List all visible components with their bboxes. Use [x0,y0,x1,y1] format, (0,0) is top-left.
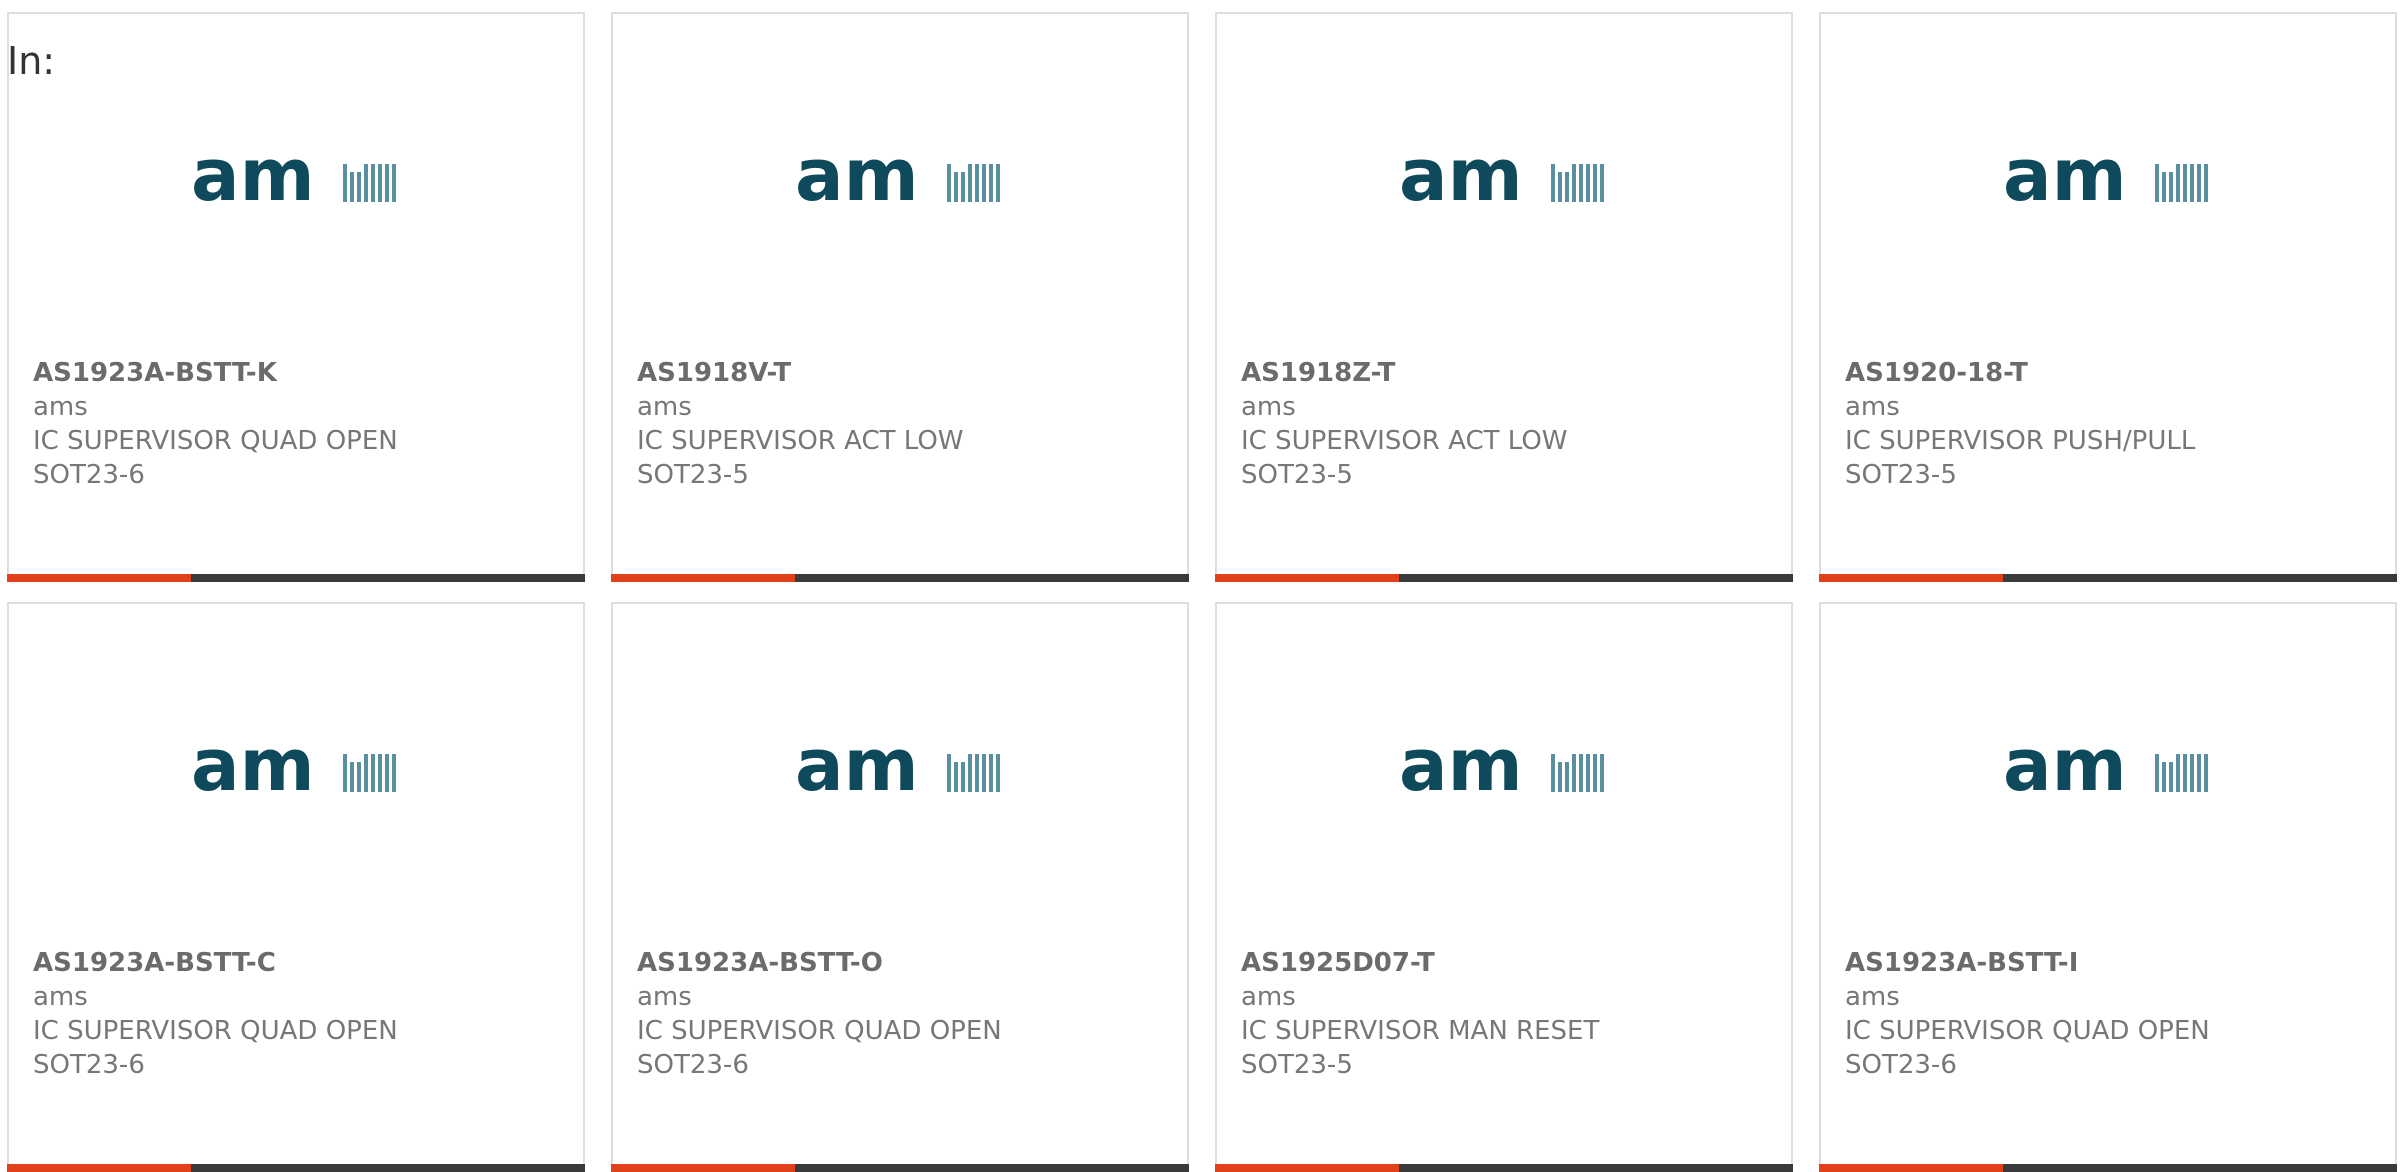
card-bar-accent [1215,1164,1399,1172]
product-card[interactable]: am AS1923A-BSTT-C ams IC SUPERVISOR QUAD… [7,602,585,1172]
ams-logo-icon: am [795,148,1000,210]
card-bar-accent [611,574,795,582]
part-number[interactable]: AS1925D07-T [1241,946,1599,980]
card-bar-accent [1819,574,2003,582]
ams-logo: am [613,729,1187,809]
ams-logo-icon: am [2003,738,2208,800]
package: SOT23-6 [637,1050,749,1080]
manufacturer: ams [33,392,88,422]
part-number[interactable]: AS1923A-BSTT-I [1845,946,2210,980]
part-number[interactable]: AS1920-18-T [1845,356,2195,390]
description: IC SUPERVISOR ACT LOW [637,426,964,456]
ams-logo: am [613,139,1187,219]
package: SOT23-6 [1845,1050,1957,1080]
product-card[interactable]: am AS1918Z-T ams IC SUPERVISOR ACT LOW S… [1215,12,1793,582]
manufacturer: ams [637,392,692,422]
svg-text:am: am [1399,738,1523,800]
ams-logo: am [1821,729,2395,809]
card-bar-accent [7,574,191,582]
description: IC SUPERVISOR PUSH/PULL [1845,426,2196,456]
svg-text:am: am [1399,148,1523,210]
manufacturer: ams [1241,392,1296,422]
part-number[interactable]: AS1918Z-T [1241,356,1568,390]
package: SOT23-6 [33,460,145,490]
part-number[interactable]: AS1923A-BSTT-K [33,356,398,390]
card-bar-accent [611,1164,795,1172]
part-number[interactable]: AS1918V-T [637,356,964,390]
svg-text:am: am [2003,148,2127,210]
card-bar-accent [1819,1164,2003,1172]
ams-logo-icon: am [191,148,396,210]
product-card[interactable]: am AS1920-18-T ams IC SUPERVISOR PUSH/PU… [1819,12,2397,582]
ams-logo-icon: am [191,738,396,800]
description: IC SUPERVISOR MAN RESET [1241,1016,1600,1046]
ams-logo-icon: am [795,738,1000,800]
package: SOT23-6 [33,1050,145,1080]
svg-text:am: am [191,738,315,800]
description: IC SUPERVISOR QUAD OPEN [33,1016,398,1046]
card-bar [611,1164,1189,1172]
card-bar [1215,574,1793,582]
package: SOT23-5 [1241,1050,1353,1080]
manufacturer: ams [33,982,88,1012]
description: IC SUPERVISOR QUAD OPEN [1845,1016,2210,1046]
product-card[interactable]: am AS1918V-T ams IC SUPERVISOR ACT LOW S… [611,12,1189,582]
ams-logo: am [1821,139,2395,219]
description: IC SUPERVISOR QUAD OPEN [33,426,398,456]
ams-logo-icon: am [1399,148,1604,210]
ams-logo: am [9,729,583,809]
card-bar [611,574,1189,582]
package: SOT23-5 [1845,460,1957,490]
manufacturer: ams [637,982,692,1012]
card-bar [1215,1164,1793,1172]
part-number[interactable]: AS1923A-BSTT-O [637,946,1002,980]
product-card[interactable]: am AS1923A-BSTT-K ams IC SUPERVISOR QUAD… [7,12,585,582]
ams-logo: am [1217,139,1791,219]
ams-logo-icon: am [1399,738,1604,800]
card-bar [7,1164,585,1172]
package: SOT23-5 [1241,460,1353,490]
product-card[interactable]: am AS1923A-BSTT-I ams IC SUPERVISOR QUAD… [1819,602,2397,1172]
manufacturer: ams [1845,392,1900,422]
description: IC SUPERVISOR ACT LOW [1241,426,1568,456]
svg-text:am: am [191,148,315,210]
description: IC SUPERVISOR QUAD OPEN [637,1016,1002,1046]
ams-logo: am [1217,729,1791,809]
filter-in-label: In: [7,39,56,83]
svg-text:am: am [2003,738,2127,800]
part-number[interactable]: AS1923A-BSTT-C [33,946,398,980]
card-bar [7,574,585,582]
card-bar-accent [1215,574,1399,582]
svg-text:am: am [795,148,919,210]
manufacturer: ams [1241,982,1296,1012]
package: SOT23-5 [637,460,749,490]
ams-logo-icon: am [2003,148,2208,210]
svg-text:am: am [795,738,919,800]
product-card[interactable]: am AS1923A-BSTT-O ams IC SUPERVISOR QUAD… [611,602,1189,1172]
card-bar [1819,574,2397,582]
card-bar [1819,1164,2397,1172]
ams-logo: am [9,139,583,219]
card-bar-accent [7,1164,191,1172]
manufacturer: ams [1845,982,1900,1012]
product-card[interactable]: am AS1925D07-T ams IC SUPERVISOR MAN RES… [1215,602,1793,1172]
